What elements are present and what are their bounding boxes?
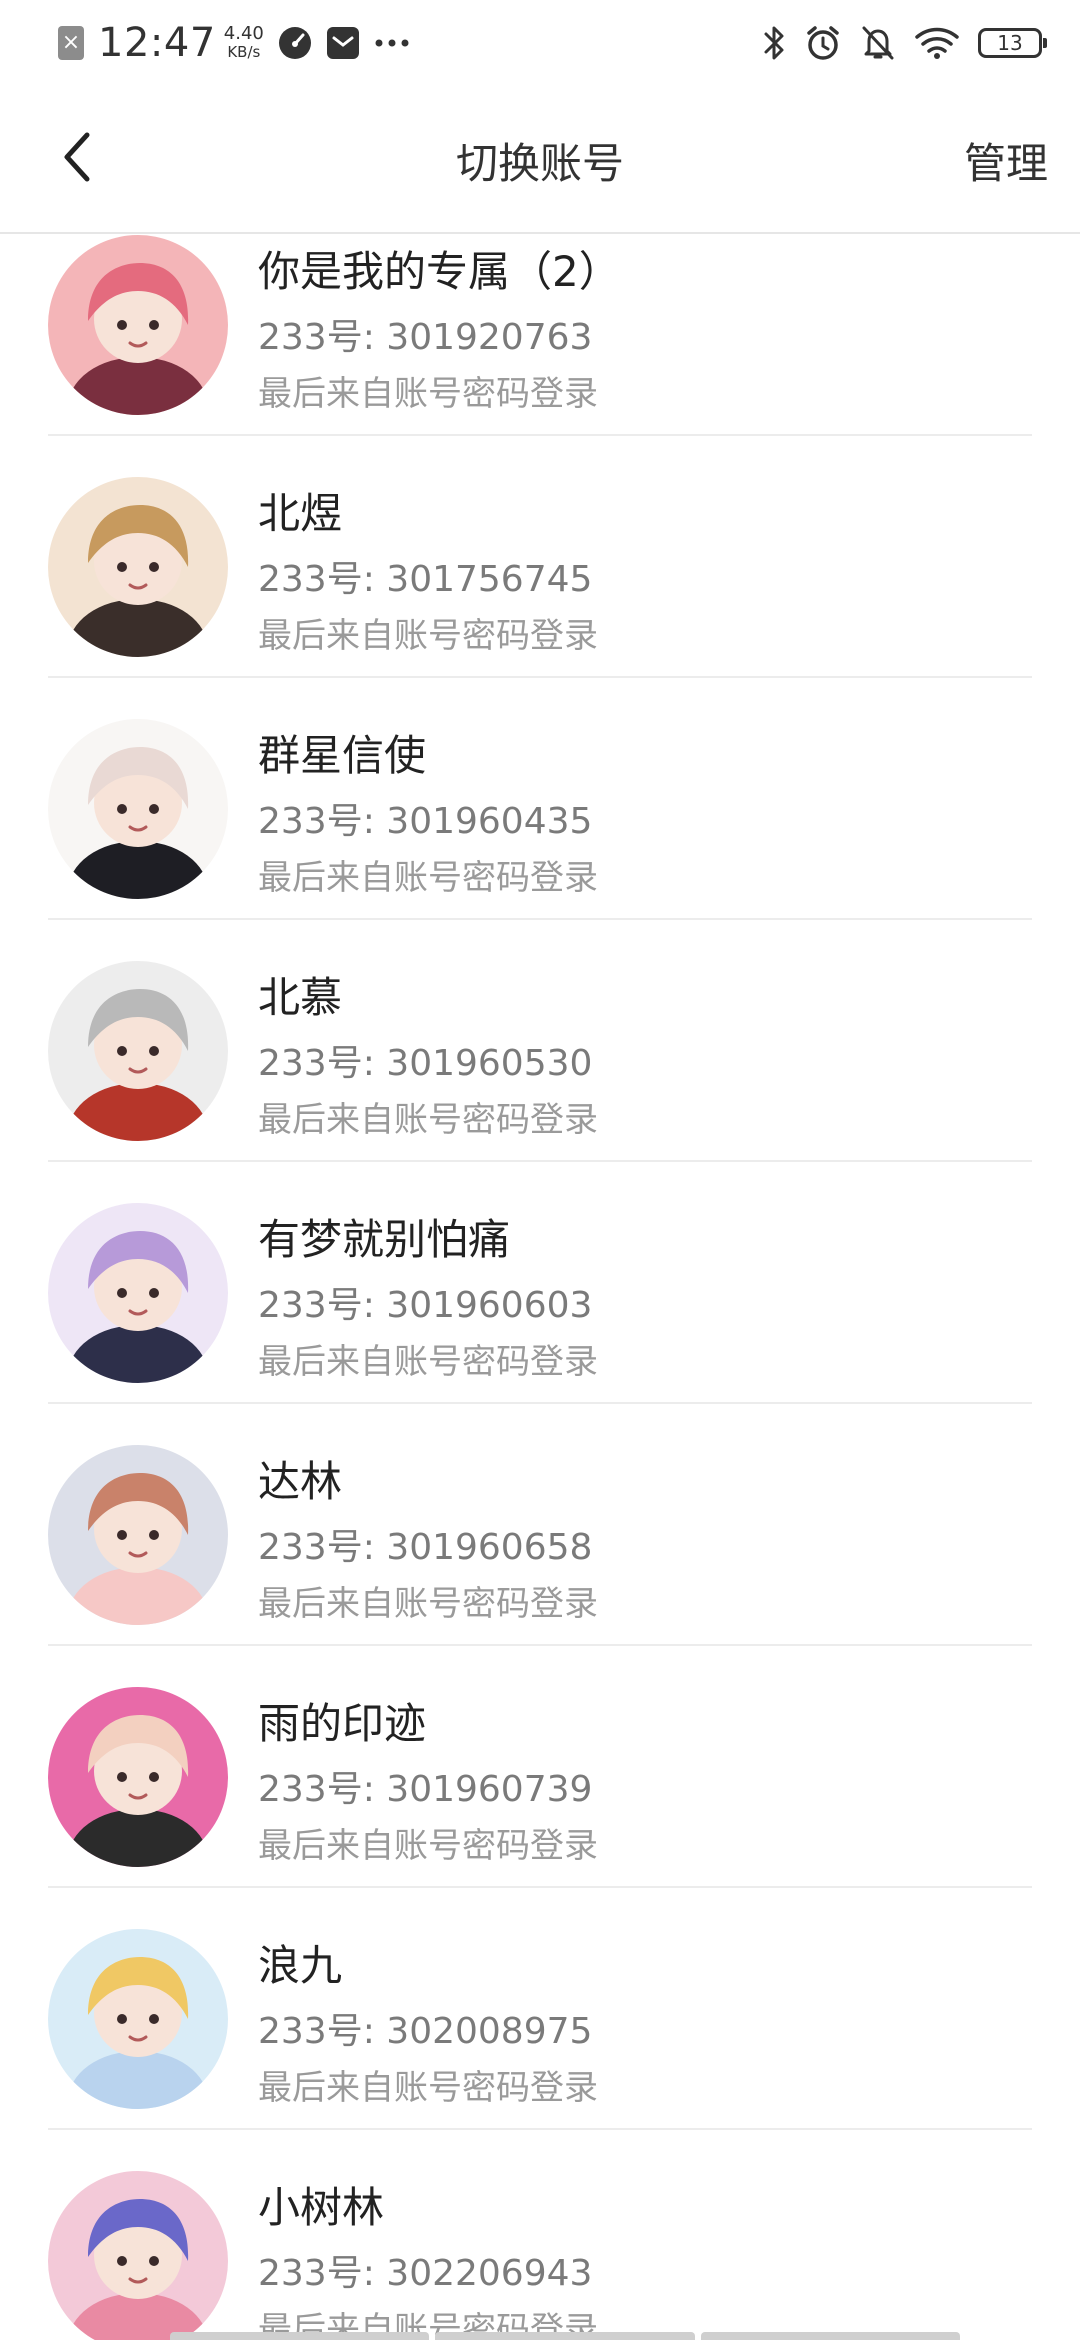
mail-app-icon [326,27,359,59]
avatar [48,2171,228,2340]
account-login-source: 最后来自账号密码登录 [258,1100,598,1140]
avatar-image [48,2171,228,2340]
avatar [48,719,228,899]
bottom-scroll-indicator [170,2332,960,2340]
network-speed-value: 4.40 [223,23,264,44]
account-id: 233号: 301920763 [258,317,593,358]
account-list-content: 你是我的专属（2） 233号: 301920763 最后来自账号密码登录 北煜 233号… [0,234,1080,2340]
page-title: 切换账号 [455,139,624,188]
account-login-source: 最后来自账号密码登录 [258,374,598,414]
account-name: 群星信使 [258,731,427,780]
account-row[interactable]: 达林 233号: 301960658 最后来自账号密码登录 [0,1404,1080,1646]
account-id: 233号: 301960435 [258,801,593,842]
network-speed-unit: KB/s [227,43,261,61]
alarm-icon [807,26,839,60]
account-login-source: 最后来自账号密码登录 [258,616,598,656]
wifi-icon [915,27,959,59]
avatar [48,961,228,1141]
account-id: 233号: 301960658 [258,1527,593,1568]
account-row[interactable]: 北慕 233号: 301960530 最后来自账号密码登录 [0,920,1080,1162]
manage-button[interactable]: 管理 [964,130,1048,191]
account-row[interactable]: 小树林 233号: 302206943 最后来自账号密码登录 [0,2130,1080,2340]
account-row[interactable]: 北煜 233号: 301756745 最后来自账号密码登录 [0,436,1080,678]
speedometer-icon [278,27,311,59]
account-name: 浪九 [258,1941,343,1990]
account-login-source: 最后来自账号密码登录 [258,858,598,898]
avatar [48,1687,228,1867]
account-row[interactable]: 你是我的专属（2） 233号: 301920763 最后来自账号密码登录 [0,234,1080,436]
avatar [48,1203,228,1383]
account-name: 雨的印迹 [258,1699,427,1748]
account-name: 北慕 [258,973,343,1022]
more-notifications-icon [375,39,409,47]
avatar-image [48,961,228,1141]
mute-bell-icon [862,26,894,60]
indicator-segment [700,2332,960,2340]
account-id: 233号: 301960739 [258,1769,593,1810]
network-speed: 4.40 KB/s [223,23,264,62]
account-name: 你是我的专属（2） [258,247,621,296]
account-id: 233号: 301960603 [258,1285,593,1326]
account-login-source: 最后来自账号密码登录 [258,2068,598,2108]
account-list[interactable]: 你是我的专属（2） 233号: 301920763 最后来自账号密码登录 北煜 233号… [0,234,1080,2340]
account-id: 233号: 301960530 [258,1043,593,1084]
avatar-image [48,1203,228,1383]
account-name: 达林 [258,1457,343,1506]
bluetooth-icon [764,26,784,60]
indicator-segment [170,2332,430,2340]
avatar-image [48,719,228,899]
avatar-image [48,477,228,657]
status-left: × 12:47 4.40 KB/s [58,20,410,66]
avatar-image [48,235,228,415]
account-row[interactable]: 浪九 233号: 302008975 最后来自账号密码登录 [0,1888,1080,2130]
avatar [48,235,228,415]
account-name: 北煜 [258,489,343,538]
account-login-source: 最后来自账号密码登录 [258,1584,598,1624]
account-id: 233号: 302008975 [258,2011,593,2052]
avatar [48,477,228,657]
account-login-source: 最后来自账号密码登录 [258,1342,598,1382]
status-bar: × 12:47 4.40 KB/s 13 [0,0,1080,84]
avatar-image [48,1445,228,1625]
account-row[interactable]: 雨的印迹 233号: 301960739 最后来自账号密码登录 [0,1646,1080,1888]
avatar-image [48,1687,228,1867]
avatar-image [48,1929,228,2109]
avatar [48,1445,228,1625]
app-bar: 切换账号 管理 [0,84,1080,234]
account-login-source: 最后来自账号密码登录 [258,1826,598,1866]
close-notification-icon: × [58,26,84,60]
account-row[interactable]: 有梦就别怕痛 233号: 301960603 最后来自账号密码登录 [0,1162,1080,1404]
account-name: 有梦就别怕痛 [258,1215,511,1264]
avatar [48,1929,228,2109]
account-name: 小树林 [258,2183,385,2232]
account-row[interactable]: 群星信使 233号: 301960435 最后来自账号密码登录 [0,678,1080,920]
account-id: 233号: 301756745 [258,559,593,600]
indicator-segment [435,2332,695,2340]
battery-icon: 13 [978,28,1047,58]
status-time: 12:47 [98,20,216,66]
account-id: 233号: 302206943 [258,2253,593,2294]
status-right: 13 [762,20,1047,66]
